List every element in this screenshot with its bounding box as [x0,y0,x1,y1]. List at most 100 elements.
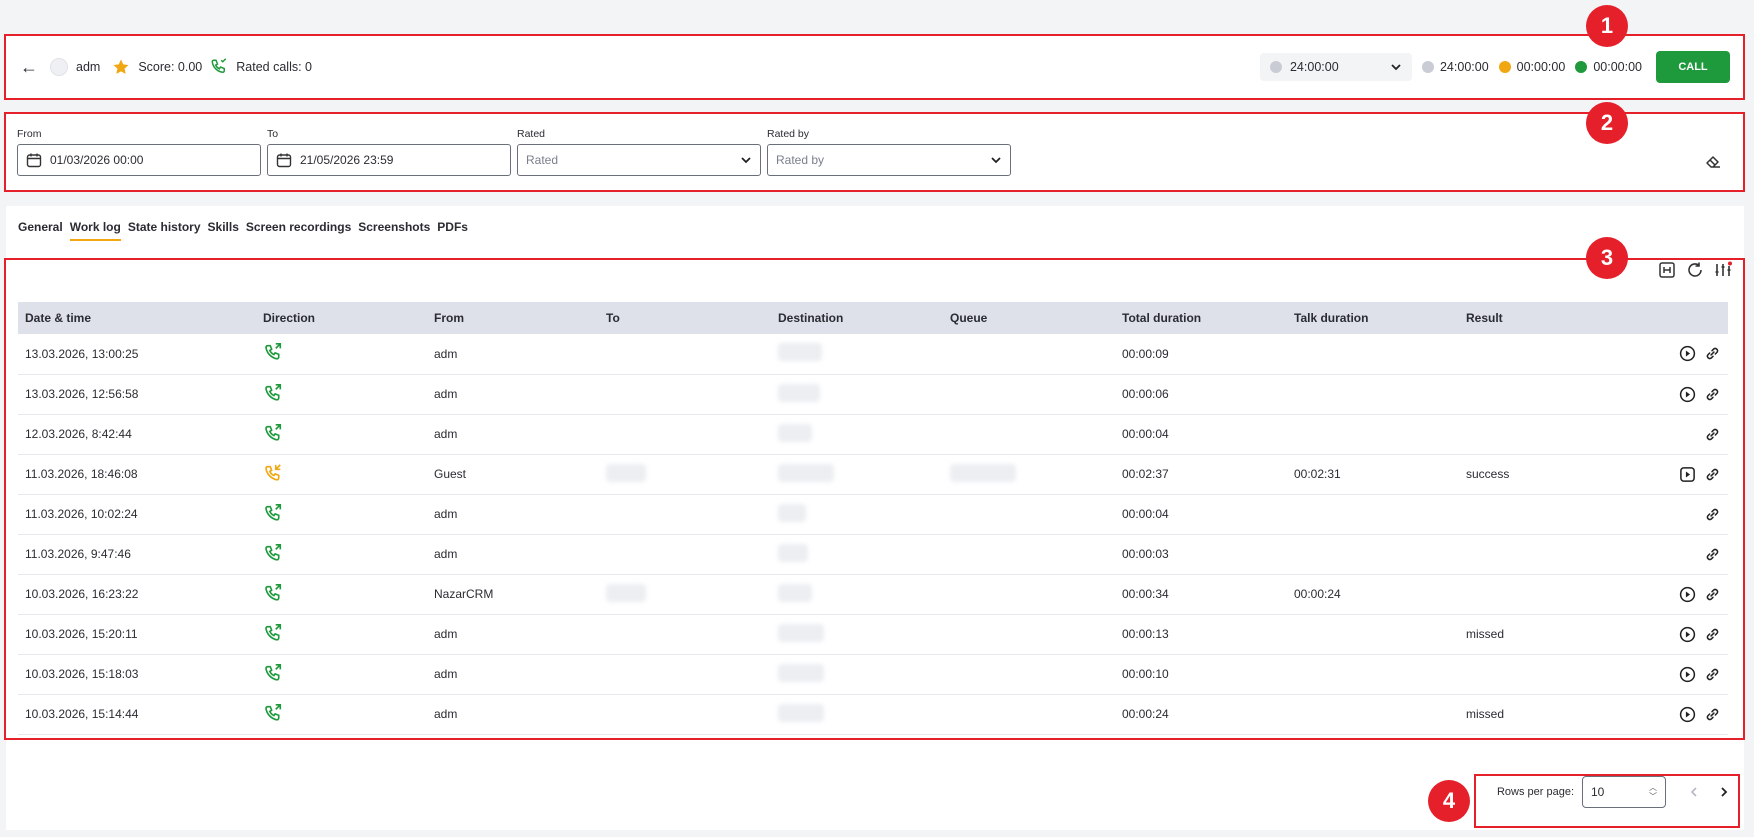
tab-skills[interactable]: Skills [208,220,239,241]
agent-summary: ← adm Score: 0.00 Rated calls: 0 [20,57,312,78]
play-recording-icon[interactable] [1679,386,1696,403]
from-date-input[interactable]: 01/03/2026 00:00 [17,144,261,176]
back-arrow-icon[interactable]: ← [20,57,38,78]
cell-date-time: 10.03.2026, 15:14:44 [18,694,256,735]
chevron-down-icon [991,157,1001,164]
rated-by-filter: Rated by Rated by [767,128,1011,176]
redacted-value [778,543,808,562]
play-recording-icon[interactable] [1679,666,1696,683]
rows-per-page-input[interactable]: 10 ︿ ﹀ [1582,776,1666,808]
column-settings-icon[interactable] [1714,261,1732,279]
cell-queue [943,614,1115,655]
spinner-icon[interactable]: ︿ ﹀ [1649,783,1657,801]
fit-columns-icon[interactable] [1658,261,1676,279]
link-icon[interactable] [1704,426,1721,443]
play-recording-icon[interactable] [1679,706,1696,723]
col-result[interactable]: Result [1459,302,1631,334]
cell-actions [1631,654,1728,695]
tab-screenshots[interactable]: Screenshots [358,220,430,241]
agent-name: adm [76,60,101,74]
cell-actions [1631,694,1728,735]
cell-queue [943,694,1115,735]
link-icon[interactable] [1704,546,1721,563]
play-recording-icon[interactable] [1679,586,1696,603]
cell-queue [943,374,1115,415]
cell-total-duration: 00:02:37 [1115,454,1287,495]
cell-total-duration: 00:00:10 [1115,654,1287,695]
table-row[interactable]: 10.03.2026, 15:20:11 adm 00:00:13 missed [18,614,1728,655]
tab-work-log[interactable]: Work log [69,220,121,241]
col-total-duration[interactable]: Total duration [1115,302,1287,334]
time-select[interactable]: 24:00:00 [1259,53,1412,81]
col-talk-duration[interactable]: Talk duration [1287,302,1459,334]
link-icon[interactable] [1704,706,1721,723]
table-row[interactable]: 12.03.2026, 8:42:44 adm 00:00:04 [18,414,1728,455]
incoming-call-icon [265,463,281,481]
cell-direction [256,694,427,735]
link-icon[interactable] [1704,626,1721,643]
next-page-icon[interactable] [1718,786,1730,798]
link-icon[interactable] [1704,666,1721,683]
col-to[interactable]: To [599,302,771,334]
col-direction[interactable]: Direction [256,302,427,334]
table-row[interactable]: 13.03.2026, 13:00:25 adm 00:00:09 [18,334,1728,375]
redacted-value [778,383,820,402]
cell-result [1459,334,1631,375]
calendar-icon [276,153,292,168]
cell-result [1459,494,1631,535]
grey-dot-icon [1269,61,1282,73]
table-row[interactable]: 10.03.2026, 15:18:03 adm 00:00:10 [18,654,1728,695]
cell-destination [771,334,943,375]
outgoing-call-icon [265,583,282,601]
cell-actions [1631,574,1728,615]
rated-by-select[interactable]: Rated by [767,144,1011,176]
col-actions [1631,302,1728,334]
to-date-input[interactable]: 21/05/2026 23:59 [267,144,511,176]
table-row[interactable]: 10.03.2026, 15:14:44 adm 00:00:24 missed [18,694,1728,735]
cell-destination [771,414,943,455]
play-recording-icon[interactable] [1679,626,1696,643]
outgoing-call-icon [265,543,282,561]
play-video-icon[interactable] [1679,466,1696,483]
play-recording-icon[interactable] [1679,345,1696,362]
col-from[interactable]: From [427,302,599,334]
link-icon[interactable] [1704,386,1721,403]
cell-queue [943,454,1115,495]
to-label: To [267,128,279,140]
table-row[interactable]: 11.03.2026, 10:02:24 adm 00:00:04 [18,494,1728,535]
cell-direction [256,414,427,455]
outgoing-call-icon [265,703,282,721]
table-toolbar [1658,261,1732,279]
link-icon[interactable] [1704,466,1721,483]
col-destination[interactable]: Destination [771,302,943,334]
cell-from: NazarCRM [427,574,599,615]
redacted-value [778,703,824,722]
link-icon[interactable] [1704,506,1721,523]
table-row[interactable]: 11.03.2026, 9:47:46 adm 00:00:03 [18,534,1728,575]
rated-select[interactable]: Rated [517,144,761,176]
cell-from: adm [427,374,599,415]
phone-rated-icon [211,58,227,74]
work-log-panel: General Work log State history Skills Sc… [6,206,1744,830]
grey-dot-icon [1421,61,1434,73]
tab-state-history[interactable]: State history [128,220,201,241]
table-row[interactable]: 10.03.2026, 16:23:22 NazarCRM 00:00:34 00:0… [18,574,1728,615]
col-date-time[interactable]: Date & time [18,302,256,334]
eraser-icon[interactable] [1704,152,1722,170]
redacted-value [950,463,1016,482]
tab-general[interactable]: General [18,220,63,241]
link-icon[interactable] [1704,586,1721,603]
call-button[interactable]: CALL [1656,51,1730,83]
col-queue[interactable]: Queue [943,302,1115,334]
cell-to [599,614,771,655]
table-row[interactable]: 11.03.2026, 18:46:08 Guest 00:02:37 00:02:3… [18,454,1728,495]
tab-pdfs[interactable]: PDFs [437,220,468,241]
refresh-icon[interactable] [1686,261,1704,279]
link-icon[interactable] [1704,345,1721,362]
table-row[interactable]: 13.03.2026, 12:56:58 adm 00:00:06 [18,374,1728,415]
redacted-value [778,463,834,482]
cell-actions [1631,534,1728,575]
prev-page-icon[interactable] [1688,786,1700,798]
tab-screen-recordings[interactable]: Screen recordings [246,220,351,241]
work-log-table: Date & time Direction From To Destinatio… [18,302,1728,735]
